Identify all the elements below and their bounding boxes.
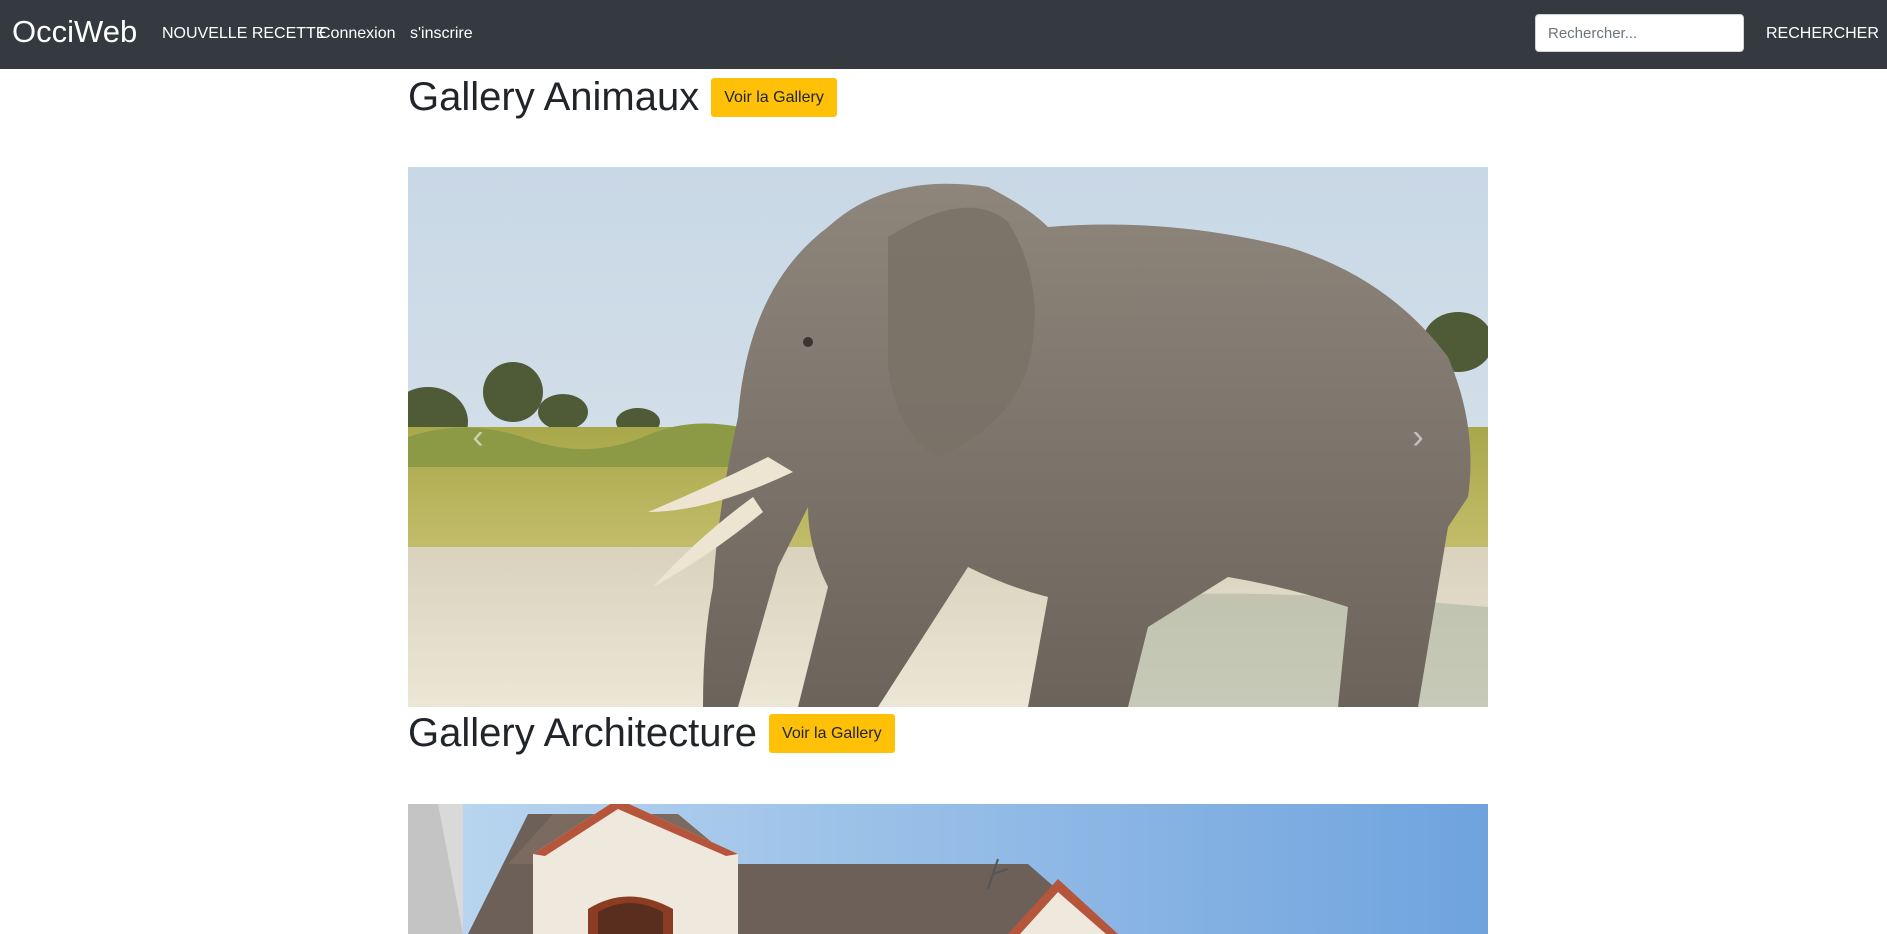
carousel-prev-button[interactable]: ‹ — [408, 167, 548, 707]
gallery-architecture-carousel — [408, 804, 1488, 934]
navbar: OcciWeb NOUVELLE RECETTE Connexion s'ins… — [0, 0, 1887, 69]
gallery-animaux-heading: Gallery Animaux Voir la Gallery — [408, 73, 837, 121]
nav-signup-link[interactable]: s'inscrire — [410, 24, 473, 44]
view-gallery-animaux-button[interactable]: Voir la Gallery — [711, 77, 837, 117]
nav-new-recipe-link[interactable]: NOUVELLE RECETTE — [162, 24, 326, 44]
search-input[interactable] — [1535, 14, 1744, 52]
chevron-right-icon: › — [1412, 417, 1424, 456]
carousel-next-button[interactable]: › — [1348, 167, 1488, 707]
gallery-title: Gallery Animaux — [408, 75, 700, 119]
gallery-title: Gallery Architecture — [408, 711, 758, 755]
search-button[interactable]: RECHERCHER — [1766, 22, 1879, 46]
brand-logo[interactable]: OcciWeb — [12, 12, 137, 52]
nav-login-link[interactable]: Connexion — [319, 24, 396, 44]
house-image — [408, 804, 1488, 934]
chevron-left-icon: ‹ — [472, 417, 484, 456]
elephant-image — [408, 167, 1488, 707]
gallery-animaux-carousel: ‹ › — [408, 167, 1488, 707]
gallery-architecture-heading: Gallery Architecture Voir la Gallery — [408, 709, 895, 757]
view-gallery-architecture-button[interactable]: Voir la Gallery — [769, 713, 895, 753]
